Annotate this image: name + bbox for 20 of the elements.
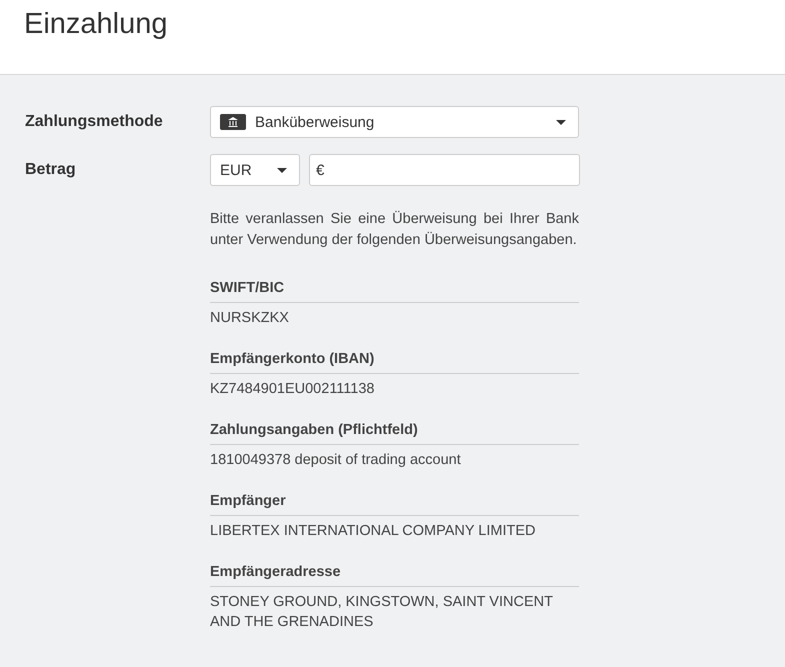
detail-value: LIBERTEX INTERNATIONAL COMPANY LIMITED <box>210 522 537 541</box>
page-title: Einzahlung <box>24 7 168 42</box>
detail-value: STONEY GROUND, KINGSTOWN, SAINT VINCENT AND THE GRENADINES <box>210 593 554 632</box>
detail-label: SWIFT/BIC <box>210 278 579 303</box>
field-label: Zahlungsmethode <box>25 113 164 131</box>
amount-input-field[interactable]: € <box>309 154 580 186</box>
detail-label: Empfänger <box>210 491 579 516</box>
currency-dropdown[interactable]: EUR <box>210 154 300 186</box>
instructions-text: Bitte veranlassen Sie eine Überweisung bei Ihrer Bank unter Verwendung der folgenden Überweisungsangaben. <box>210 210 579 250</box>
detail-value: NURSKZKX <box>210 309 290 328</box>
caret-icon <box>277 168 287 172</box>
detail-label: Zahlungsangaben (Pflichtfeld) <box>210 420 579 445</box>
detail-value: 1810049378 deposit of trading account <box>210 451 462 470</box>
bank-icon <box>220 114 246 130</box>
detail-value: KZ7484901EU002111138 <box>210 380 376 399</box>
detail-label: Empfängeradresse <box>210 562 579 587</box>
payment-method-dropdown[interactable]: Banküberweisung <box>210 106 579 138</box>
detail-label: Empfängerkonto (IBAN) <box>210 349 579 374</box>
caret-icon <box>556 120 566 124</box>
field-label: Betrag <box>25 161 77 179</box>
